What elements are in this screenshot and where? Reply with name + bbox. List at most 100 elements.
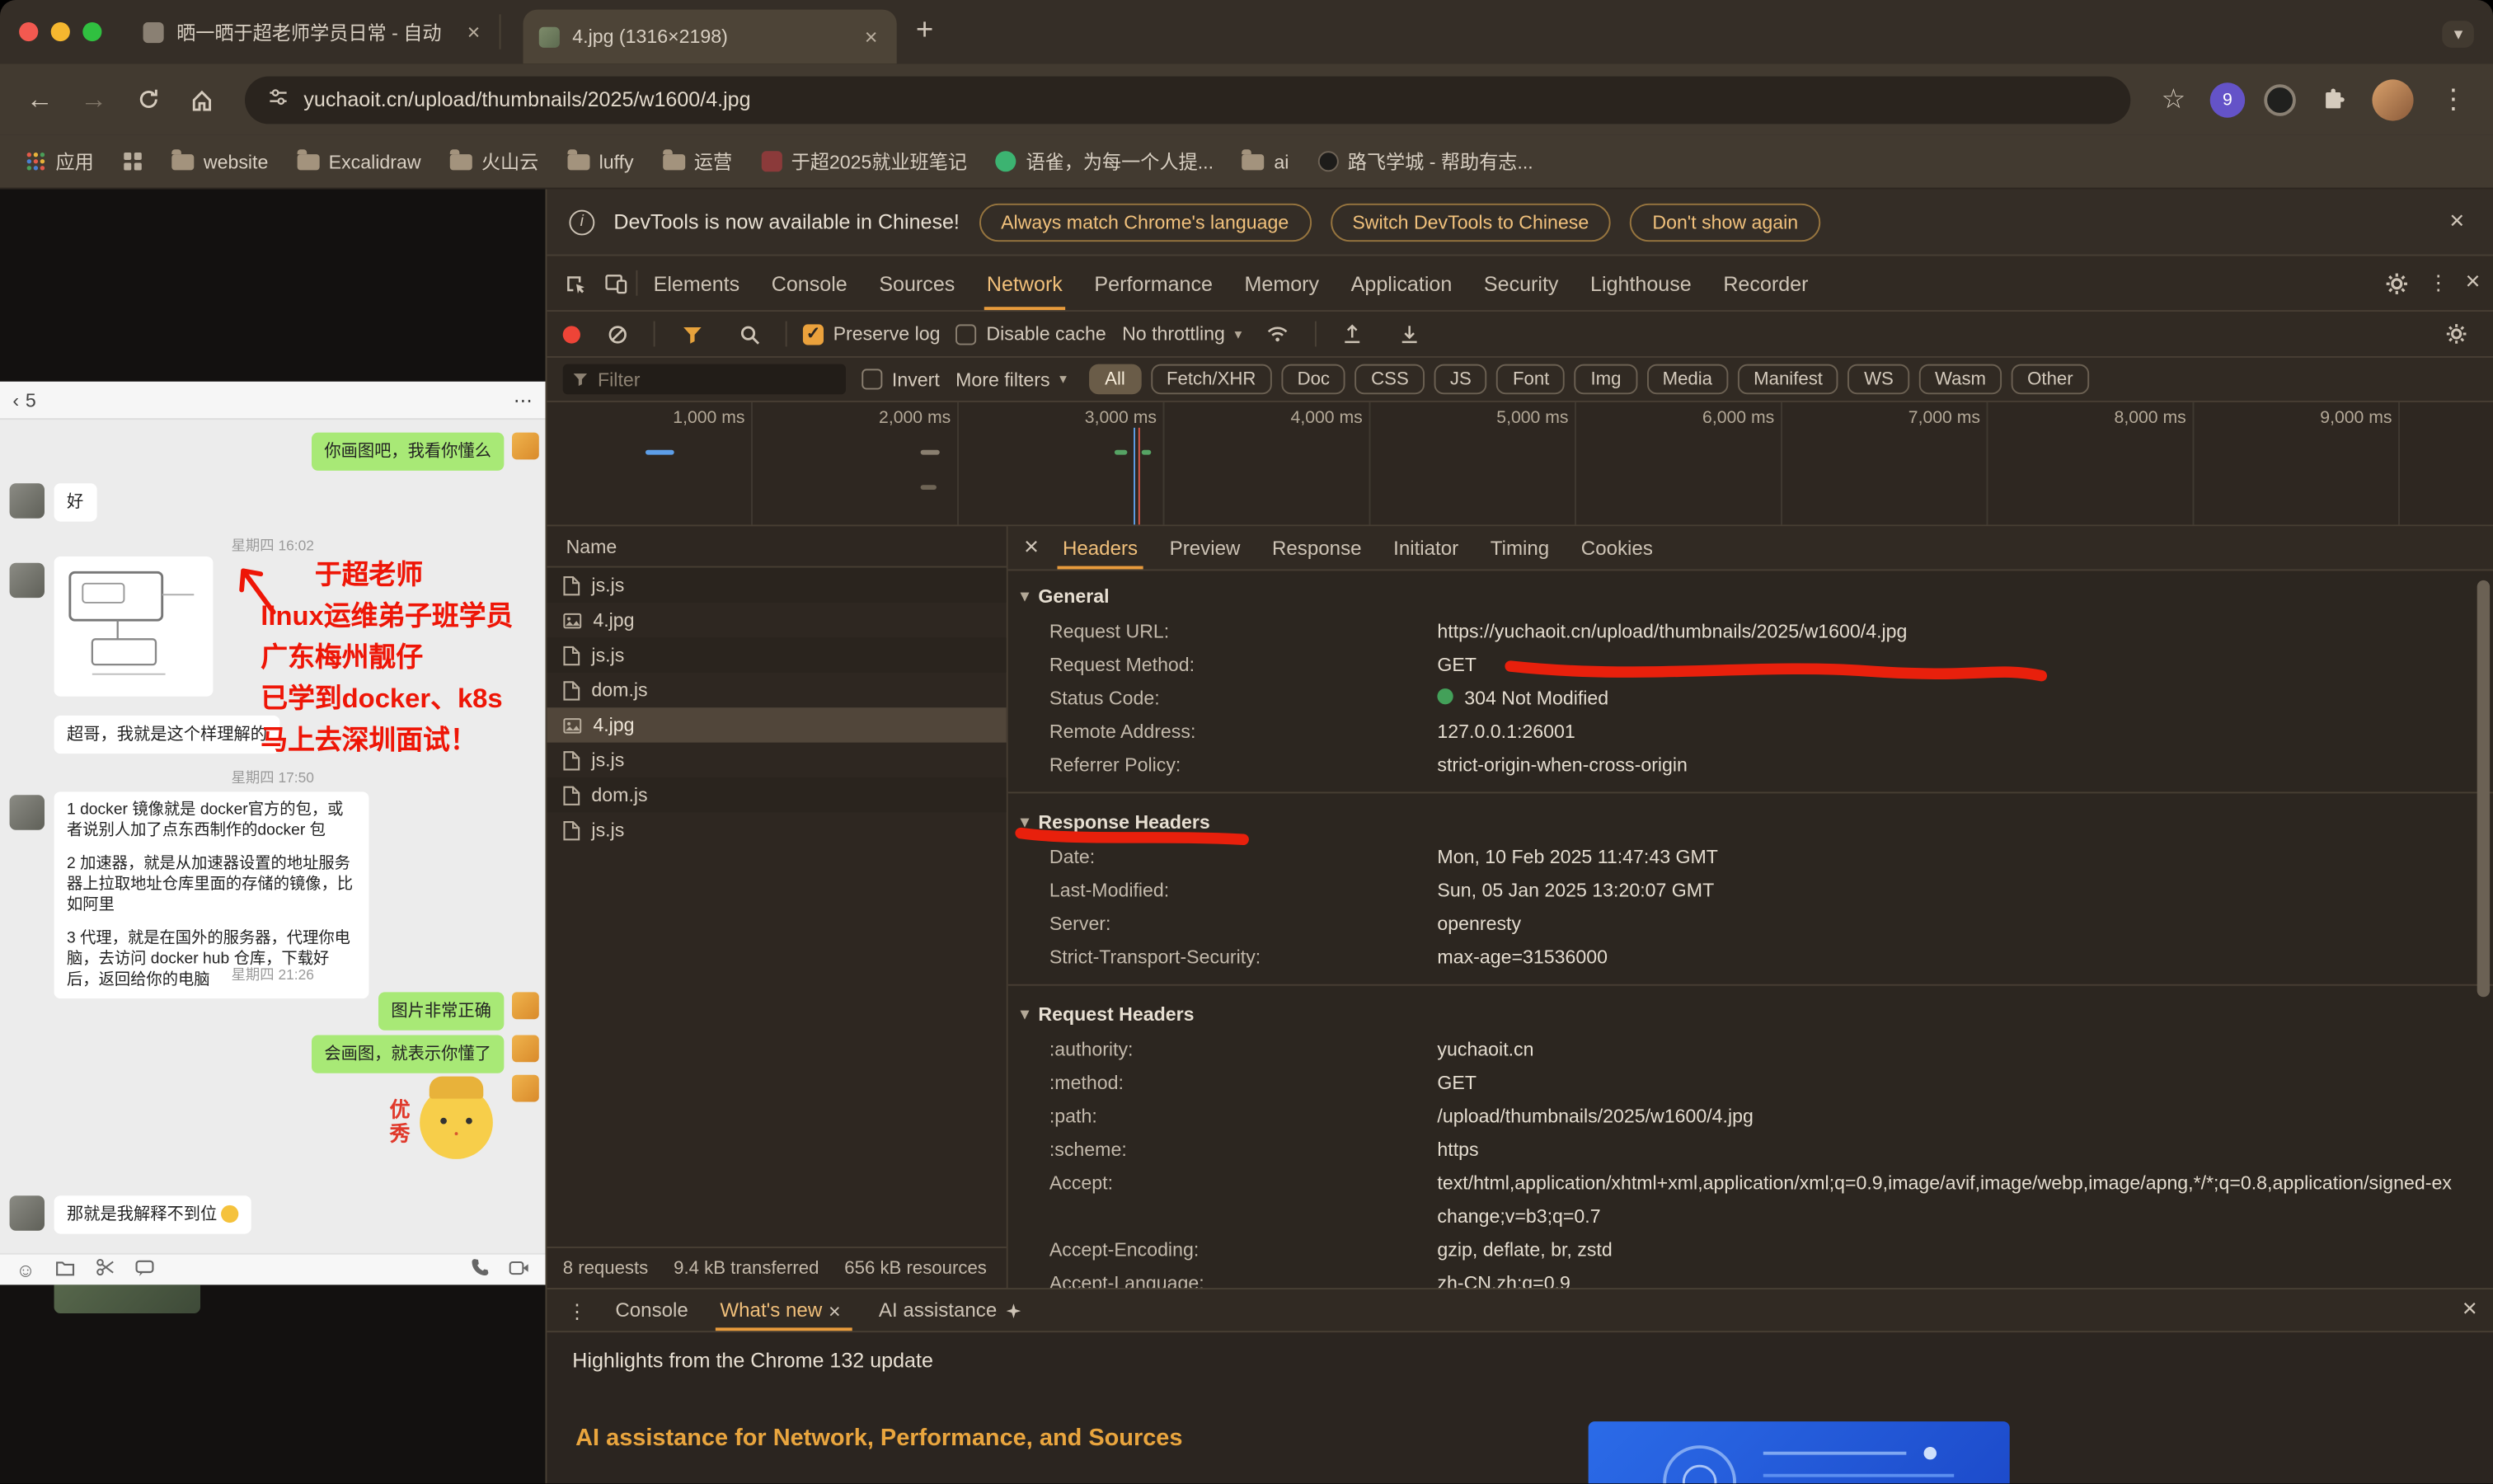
tab-initiator[interactable]: Initiator bbox=[1379, 526, 1473, 569]
tab-headers[interactable]: Headers bbox=[1049, 526, 1153, 569]
chat-menu-icon[interactable]: ⋯ bbox=[514, 389, 533, 411]
tab-performance[interactable]: Performance bbox=[1078, 256, 1228, 310]
checkbox-unchecked-icon[interactable] bbox=[862, 369, 882, 389]
address-bar[interactable]: yuchaoit.cn/upload/thumbnails/2025/w1600… bbox=[245, 76, 2130, 124]
browser-tab-inactive[interactable]: 晒一晒于超老师学员日常 - 自动 × bbox=[127, 14, 500, 49]
bookmark-apps[interactable]: 应用 bbox=[26, 148, 94, 175]
chip-media[interactable]: Media bbox=[1646, 364, 1728, 395]
request-row-selected[interactable]: 4.jpg bbox=[547, 707, 1006, 742]
throttling-dropdown[interactable]: No throttling ▾ bbox=[1122, 322, 1242, 345]
match-chrome-language-button[interactable]: Always match Chrome's language bbox=[979, 203, 1311, 241]
bookmark-luffycity[interactable]: 路飞学城 - 帮助有志... bbox=[1317, 148, 1533, 175]
drawer-tab-ai-assistance[interactable]: AI assistance bbox=[865, 1289, 1037, 1331]
chip-doc[interactable]: Doc bbox=[1281, 364, 1345, 395]
tab-console[interactable]: Console bbox=[755, 256, 863, 310]
filter-input[interactable] bbox=[598, 368, 836, 390]
bookmark-folder-excalidraw[interactable]: Excalidraw bbox=[297, 150, 420, 172]
devtools-settings-gear-icon[interactable] bbox=[2377, 262, 2418, 303]
request-row[interactable]: js.js bbox=[547, 743, 1006, 777]
more-filters-dropdown[interactable]: More filters ▾ bbox=[955, 368, 1067, 390]
extension-badge[interactable]: 9 bbox=[2210, 82, 2245, 116]
inspect-element-icon[interactable] bbox=[553, 262, 594, 303]
chip-img[interactable]: Img bbox=[1575, 364, 1637, 395]
tab-timing[interactable]: Timing bbox=[1476, 526, 1563, 569]
browser-tab-active[interactable]: 4.jpg (1316×2198) × bbox=[523, 10, 896, 64]
name-column-header[interactable]: Name bbox=[547, 526, 1006, 567]
filter-toggle-icon[interactable] bbox=[671, 313, 712, 355]
disclosure-triangle-icon[interactable]: ▾ bbox=[1021, 588, 1029, 605]
file-icon[interactable] bbox=[56, 1258, 75, 1280]
chip-css[interactable]: CSS bbox=[1355, 364, 1425, 395]
preserve-log-checkbox[interactable]: Preserve log bbox=[803, 322, 941, 345]
disclosure-triangle-icon[interactable]: ▾ bbox=[1021, 813, 1029, 830]
tab-elements[interactable]: Elements bbox=[637, 256, 755, 310]
drawer-tab-console[interactable]: Console bbox=[601, 1289, 702, 1331]
close-tab-icon[interactable]: × bbox=[862, 24, 881, 49]
checkbox-unchecked-icon[interactable] bbox=[956, 323, 977, 344]
chip-other[interactable]: Other bbox=[2012, 364, 2089, 395]
request-row[interactable]: dom.js bbox=[547, 777, 1006, 812]
close-window-button[interactable] bbox=[19, 22, 38, 41]
close-devtools-icon[interactable]: × bbox=[2459, 269, 2486, 298]
section-response-headers[interactable]: ▾ Response Headers bbox=[1008, 803, 2493, 841]
export-har-icon[interactable] bbox=[1390, 313, 1431, 355]
dismiss-notification-icon[interactable]: × bbox=[2444, 208, 2471, 237]
device-toolbar-icon[interactable] bbox=[594, 262, 636, 303]
chip-wasm[interactable]: Wasm bbox=[1919, 364, 2002, 395]
site-controls-icon[interactable] bbox=[267, 86, 289, 113]
network-settings-gear-icon[interactable] bbox=[2436, 313, 2477, 355]
disclosure-triangle-icon[interactable]: ▾ bbox=[1021, 1006, 1029, 1023]
search-network-icon[interactable] bbox=[728, 313, 769, 355]
section-general[interactable]: ▾ General bbox=[1008, 577, 2493, 615]
fullscreen-window-button[interactable] bbox=[82, 22, 101, 41]
reload-button[interactable] bbox=[124, 76, 171, 124]
disable-cache-checkbox[interactable]: Disable cache bbox=[956, 322, 1106, 345]
drawer-tab-whats-new[interactable]: What's new × bbox=[706, 1289, 862, 1331]
ai-assistance-heading[interactable]: AI assistance for Network, Performance, … bbox=[575, 1425, 1182, 1452]
request-row[interactable]: dom.js bbox=[547, 673, 1006, 707]
chip-all[interactable]: All bbox=[1089, 364, 1141, 395]
tab-application[interactable]: Application bbox=[1335, 256, 1467, 310]
tab-preview[interactable]: Preview bbox=[1155, 526, 1254, 569]
extensions-puzzle-icon[interactable] bbox=[2308, 76, 2356, 124]
drawer-menu-icon[interactable]: ⋮ bbox=[556, 1289, 598, 1331]
chat-history-icon[interactable] bbox=[135, 1258, 154, 1280]
tab-security[interactable]: Security bbox=[1468, 256, 1575, 310]
bookmark-yuque[interactable]: 语雀，为每一个人提... bbox=[996, 148, 1214, 175]
close-drawer-icon[interactable]: × bbox=[2456, 1296, 2483, 1325]
invert-checkbox[interactable]: Invert bbox=[862, 368, 940, 390]
tab-recorder[interactable]: Recorder bbox=[1707, 256, 1824, 310]
tab-sources[interactable]: Sources bbox=[863, 256, 971, 310]
chip-fetch-xhr[interactable]: Fetch/XHR bbox=[1151, 364, 1272, 395]
chip-js[interactable]: JS bbox=[1434, 364, 1487, 395]
profile-avatar[interactable] bbox=[2372, 78, 2413, 120]
chip-manifest[interactable]: Manifest bbox=[1738, 364, 1838, 395]
tab-search-button[interactable]: ▾ bbox=[2443, 21, 2474, 48]
browser-menu-icon[interactable]: ⋮ bbox=[2430, 76, 2477, 124]
bookmark-star-icon[interactable]: ☆ bbox=[2149, 76, 2197, 124]
tab-memory[interactable]: Memory bbox=[1228, 256, 1335, 310]
chat-image-diagram[interactable] bbox=[54, 556, 214, 697]
forward-button[interactable]: → bbox=[70, 76, 118, 124]
chat-back-icon[interactable]: ‹ bbox=[12, 389, 19, 411]
video-call-icon[interactable] bbox=[509, 1258, 529, 1280]
bookmark-folder-website[interactable]: website bbox=[171, 150, 268, 172]
request-row[interactable]: js.js bbox=[547, 812, 1006, 847]
network-conditions-icon[interactable] bbox=[1257, 313, 1298, 355]
new-tab-button[interactable]: + bbox=[897, 0, 953, 63]
chip-ws[interactable]: WS bbox=[1848, 364, 1909, 395]
checkbox-checked-icon[interactable] bbox=[803, 323, 824, 344]
request-row[interactable]: js.js bbox=[547, 637, 1006, 672]
close-whats-new-tab-icon[interactable]: × bbox=[822, 1298, 847, 1322]
tab-cookies[interactable]: Cookies bbox=[1566, 526, 1667, 569]
dont-show-again-button[interactable]: Don't show again bbox=[1630, 203, 1820, 241]
scrollbar-thumb[interactable] bbox=[2477, 580, 2490, 997]
tab-response[interactable]: Response bbox=[1258, 526, 1376, 569]
chip-font[interactable]: Font bbox=[1497, 364, 1566, 395]
close-tab-icon[interactable]: × bbox=[464, 19, 484, 45]
bookmark-folder-ai[interactable]: ai bbox=[1242, 150, 1289, 172]
screenshot-scissors-icon[interactable] bbox=[96, 1257, 115, 1281]
extension-icon[interactable] bbox=[2264, 83, 2296, 115]
voice-call-icon[interactable] bbox=[471, 1257, 490, 1281]
bookmark-grid-button[interactable] bbox=[123, 151, 143, 171]
